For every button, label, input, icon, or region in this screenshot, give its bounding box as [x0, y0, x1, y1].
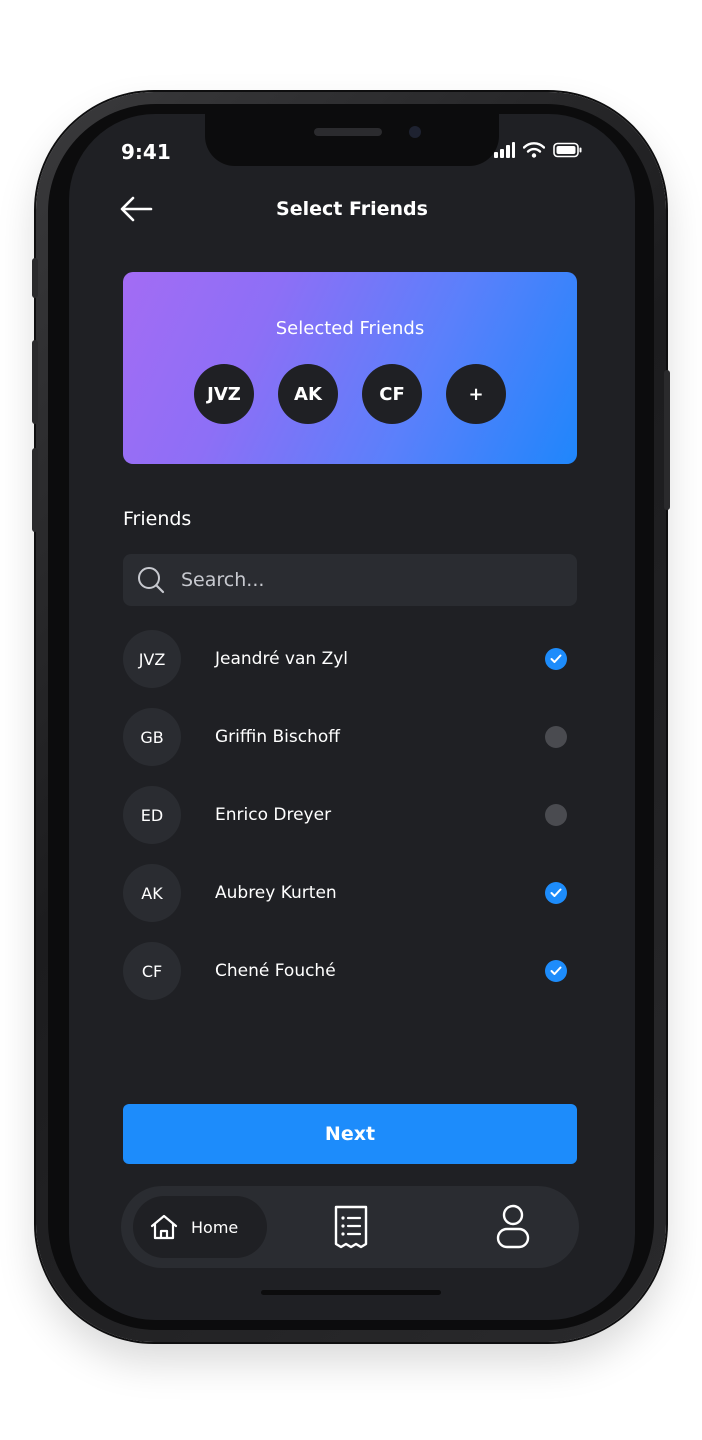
nav-home[interactable]: Home [133, 1196, 267, 1258]
status-icons [493, 142, 583, 158]
home-indicator [261, 1290, 441, 1295]
nav-home-label: Home [191, 1217, 239, 1237]
search-icon [138, 567, 165, 594]
selected-friends-card: Selected Friends JVZ AK CF + [123, 272, 577, 464]
checkmark-icon [550, 654, 562, 663]
battery-icon [553, 142, 582, 158]
selected-chip[interactable]: JVZ [194, 364, 254, 424]
profile-icon[interactable] [495, 1204, 531, 1250]
list-item[interactable]: JVZ Jeandré van Zyl [123, 620, 577, 698]
friend-list: JVZ Jeandré van Zyl GB Griffin Bischoff … [123, 620, 577, 1010]
speaker-grille [314, 128, 382, 136]
receipt-icon[interactable] [331, 1204, 371, 1250]
checkmark-icon [550, 966, 562, 975]
friend-name: Griffin Bischoff [215, 727, 340, 747]
avatar: ED [123, 786, 181, 844]
select-checkbox[interactable] [545, 648, 567, 670]
select-checkbox[interactable] [545, 882, 567, 904]
page-title: Select Friends [276, 198, 428, 220]
mute-switch [32, 258, 38, 298]
home-icon [150, 1214, 178, 1240]
friends-section-label: Friends [123, 508, 192, 530]
avatar: GB [123, 708, 181, 766]
avatar: AK [123, 864, 181, 922]
list-item[interactable]: AK Aubrey Kurten [123, 854, 577, 932]
cellular-signal-icon [494, 142, 515, 158]
add-friend-button[interactable]: + [446, 364, 506, 424]
next-button[interactable]: Next [123, 1104, 577, 1164]
notch [205, 114, 499, 166]
select-checkbox[interactable] [545, 804, 567, 826]
status-time: 9:41 [121, 140, 171, 164]
list-item[interactable]: GB Griffin Bischoff [123, 698, 577, 776]
friend-name: Enrico Dreyer [215, 805, 332, 825]
selected-friends-title: Selected Friends [275, 318, 425, 339]
select-checkbox[interactable] [545, 960, 567, 982]
search-box[interactable] [123, 554, 577, 606]
front-camera [409, 126, 421, 138]
wifi-icon [523, 142, 545, 158]
selected-friends-chips: JVZ AK CF + [123, 364, 577, 424]
search-input[interactable] [179, 568, 559, 592]
friend-name: Chené Fouché [215, 961, 336, 981]
list-item[interactable]: ED Enrico Dreyer [123, 776, 577, 854]
friend-name: Jeandré van Zyl [215, 649, 349, 669]
selected-chip[interactable]: AK [278, 364, 338, 424]
select-checkbox[interactable] [545, 726, 567, 748]
volume-up-button [32, 340, 38, 424]
avatar: JVZ [123, 630, 181, 688]
friend-name: Aubrey Kurten [215, 883, 337, 903]
app-screen: 9:41 Select Friends Selected Friends JVZ… [69, 114, 635, 1320]
bottom-nav: Home [121, 1186, 579, 1268]
volume-down-button [32, 448, 38, 532]
power-button [664, 370, 670, 510]
checkmark-icon [550, 888, 562, 897]
avatar: CF [123, 942, 181, 1000]
list-item[interactable]: CF Chené Fouché [123, 932, 577, 1010]
selected-chip[interactable]: CF [362, 364, 422, 424]
